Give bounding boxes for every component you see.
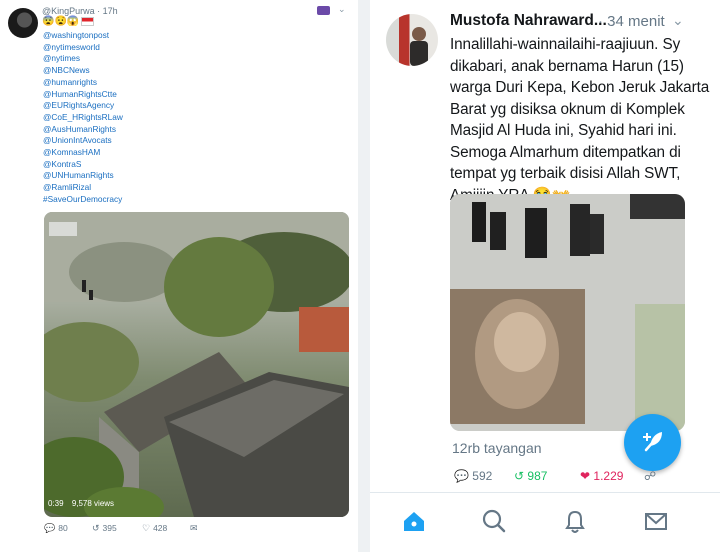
video-frame xyxy=(450,194,685,431)
video-views: 9,578 views xyxy=(71,499,115,508)
mention-link[interactable]: @RamliRizal xyxy=(43,182,123,194)
video-player[interactable]: 0:39 9,578 views xyxy=(44,212,349,517)
retweet-count: 987 xyxy=(527,469,548,483)
right-tweet: Mustofa Nahraward... · 34 menit ⌄ Innali… xyxy=(370,0,720,552)
mention-link[interactable]: @KomnasHAM xyxy=(43,147,123,159)
compose-tweet-button[interactable] xyxy=(624,414,681,471)
retweet-count: 395 xyxy=(102,523,117,533)
indonesia-flag-icon xyxy=(81,16,95,26)
mention-link[interactable]: @washingtonpost xyxy=(43,30,123,42)
envelope-icon: ✉ xyxy=(190,523,198,533)
retweet-icon: ↺ xyxy=(92,523,100,533)
mention-link[interactable]: @UNHumanRights xyxy=(43,170,123,182)
search-icon[interactable] xyxy=(474,501,514,541)
reply-action[interactable]: 💬 592 xyxy=(454,469,492,483)
reply-count: 592 xyxy=(472,469,493,483)
retweet-icon: ↺ xyxy=(514,469,528,483)
mention-link[interactable]: @CoE_HRightsRLaw xyxy=(43,112,123,124)
reply-action[interactable]: 💬 80 xyxy=(44,523,68,534)
mention-link[interactable]: @nytimes xyxy=(43,53,123,65)
mention-link[interactable]: @EURightsAgency xyxy=(43,100,123,112)
retweet-action[interactable]: ↺ 987 xyxy=(514,469,547,483)
emoji-line: 😨😧😱 xyxy=(42,16,95,27)
timestamp[interactable]: · 34 menit xyxy=(598,13,665,30)
home-icon[interactable] xyxy=(394,501,434,541)
mention-link[interactable]: @humanrights xyxy=(43,77,123,89)
bell-icon xyxy=(565,510,585,533)
tweet-video[interactable] xyxy=(450,194,685,431)
mention-list: @washingtonpost @nytimesworld @nytimes @… xyxy=(43,30,123,206)
tweet-text: Innalillahi-wainnailaihi-raajiuun. Sy di… xyxy=(450,36,710,204)
message-action[interactable]: ✉ xyxy=(190,523,201,534)
avatar-photo xyxy=(410,27,428,66)
video-duration: 0:39 xyxy=(48,499,64,508)
chevron-down-icon[interactable]: ⌄ xyxy=(338,4,346,15)
heart-icon: ❤ xyxy=(580,469,594,483)
user-avatar[interactable] xyxy=(8,8,38,38)
mention-link[interactable]: @HumanRightsCtte xyxy=(43,89,123,101)
notifications-icon[interactable] xyxy=(555,501,595,541)
video-overlay: 0:39 9,578 views xyxy=(48,499,114,508)
home-icon-glyph xyxy=(404,512,424,531)
reply-icon: 💬 xyxy=(454,469,473,483)
feather-icon xyxy=(643,432,662,452)
like-action[interactable]: ♡ 428 xyxy=(142,523,167,534)
share-icon: ☍ xyxy=(644,469,657,483)
search-icon-glyph xyxy=(482,509,506,533)
like-count: 428 xyxy=(153,523,168,533)
mention-link[interactable]: @KontraS xyxy=(43,159,123,171)
heart-icon: ♡ xyxy=(142,523,151,533)
reply-icon: 💬 xyxy=(44,523,56,533)
reply-count: 80 xyxy=(58,523,68,533)
emoji-text: 😨😧😱 xyxy=(42,16,80,27)
user-avatar[interactable] xyxy=(386,14,438,66)
hashtag-link[interactable]: #SaveOurDemocracy xyxy=(43,194,123,206)
like-action[interactable]: ❤ 1.229 xyxy=(580,469,623,483)
left-tweet: @KingPurwa · 17h 😨😧😱 ⌄ @washingtonpost @… xyxy=(0,0,358,552)
like-count: 1.229 xyxy=(593,469,624,483)
tweet-actions: 💬 80 ↺ 395 ♡ 428 ✉ xyxy=(44,523,344,535)
badge-icon xyxy=(317,6,330,15)
envelope-icon xyxy=(645,513,667,530)
bottom-nav xyxy=(370,492,720,552)
display-name[interactable]: Mustofa Nahraward... xyxy=(450,12,607,30)
messages-icon[interactable] xyxy=(636,501,676,541)
tweet-header[interactable]: @KingPurwa · 17h xyxy=(42,6,118,16)
mention-link[interactable]: @nytimesworld xyxy=(43,42,123,54)
mention-link[interactable]: @AusHumanRights xyxy=(43,124,123,136)
view-count: 12rb tayangan xyxy=(452,440,542,456)
share-action[interactable]: ☍ xyxy=(644,469,656,483)
video-frame xyxy=(44,212,349,517)
chevron-down-icon[interactable]: ⌄ xyxy=(672,12,684,29)
mention-link[interactable]: @NBCNews xyxy=(43,65,123,77)
retweet-action[interactable]: ↺ 395 xyxy=(92,523,117,534)
mention-link[interactable]: @UnionIntAvocats xyxy=(43,135,123,147)
